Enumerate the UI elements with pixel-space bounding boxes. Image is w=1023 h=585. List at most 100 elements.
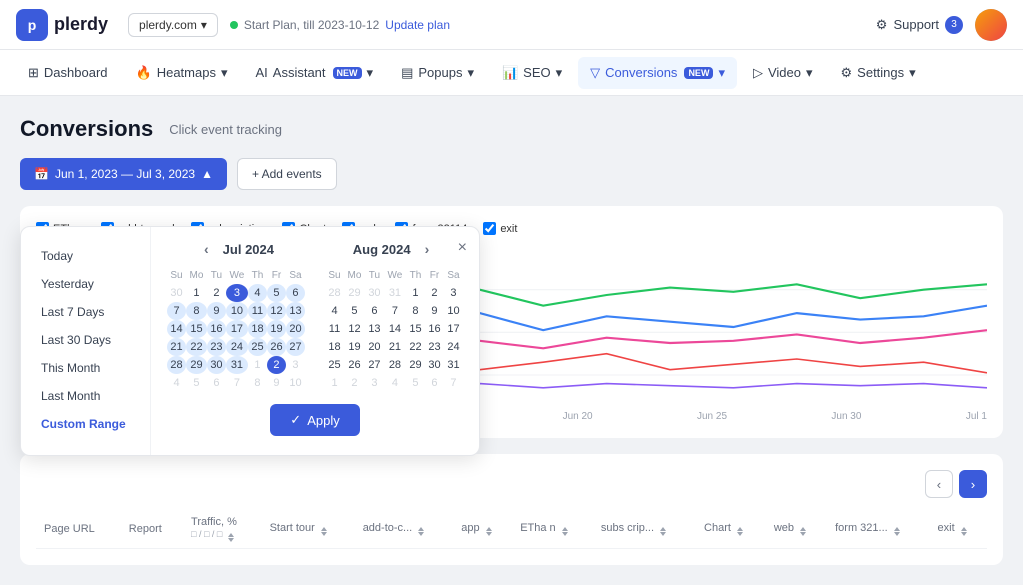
cal-day[interactable]: 13 <box>286 302 305 320</box>
cal-day[interactable]: 29 <box>186 356 207 374</box>
cal-day[interactable]: 28 <box>384 356 406 374</box>
cal-day[interactable]: 4 <box>384 374 406 392</box>
cal-day[interactable]: 9 <box>207 302 226 320</box>
cal-day[interactable]: 20 <box>365 338 384 356</box>
cal-day[interactable]: 29 <box>406 356 425 374</box>
quick-option-today[interactable]: Today <box>33 243 138 269</box>
cal-day[interactable]: 22 <box>406 338 425 356</box>
cal-day[interactable]: 24 <box>226 338 248 356</box>
cal-day[interactable]: 19 <box>344 338 365 356</box>
col-traffic[interactable]: Traffic, % □ / □ / □ <box>183 510 262 549</box>
cal-day[interactable]: 30 <box>207 356 226 374</box>
cal-day[interactable]: 21 <box>384 338 406 356</box>
support-button[interactable]: ⚙ Support 3 <box>876 16 963 34</box>
quick-option-custom[interactable]: Custom Range <box>33 411 138 437</box>
cal-day[interactable]: 3 <box>226 284 248 302</box>
cal-day[interactable]: 4 <box>167 374 186 392</box>
nav-popups[interactable]: ▤ Popups ▾ <box>389 57 486 89</box>
cal-day[interactable]: 31 <box>226 356 248 374</box>
cal-day[interactable]: 3 <box>444 284 463 302</box>
cal-day[interactable]: 26 <box>344 356 365 374</box>
col-chart[interactable]: Chart <box>696 510 766 549</box>
cal-day[interactable]: 5 <box>406 374 425 392</box>
nav-seo[interactable]: 📊 SEO ▾ <box>490 57 574 89</box>
cal-day[interactable]: 20 <box>286 320 305 338</box>
cal-day[interactable]: 14 <box>167 320 186 338</box>
cal-day[interactable]: 1 <box>248 356 267 374</box>
cal-day[interactable]: 31 <box>444 356 463 374</box>
cal-day[interactable]: 9 <box>267 374 286 392</box>
cal-day[interactable]: 7 <box>167 302 186 320</box>
cal-day[interactable]: 4 <box>248 284 267 302</box>
cal-day[interactable]: 12 <box>267 302 286 320</box>
cal-day[interactable]: 6 <box>365 302 384 320</box>
cal-day[interactable]: 27 <box>286 338 305 356</box>
cal-day[interactable]: 14 <box>384 320 406 338</box>
cal-day[interactable]: 27 <box>365 356 384 374</box>
cal-day[interactable]: 15 <box>406 320 425 338</box>
cal-day[interactable]: 2 <box>344 374 365 392</box>
cal-day[interactable]: 18 <box>248 320 267 338</box>
quick-option-yesterday[interactable]: Yesterday <box>33 271 138 297</box>
col-subs[interactable]: subs crip... <box>593 510 696 549</box>
cal-day[interactable]: 1 <box>325 374 344 392</box>
cal-day[interactable]: 10 <box>444 302 463 320</box>
quick-option-thismonth[interactable]: This Month <box>33 355 138 381</box>
cal-day[interactable]: 11 <box>248 302 267 320</box>
cal-day[interactable]: 26 <box>267 338 286 356</box>
cal-day[interactable]: 17 <box>444 320 463 338</box>
col-form321[interactable]: form 321... <box>827 510 929 549</box>
legend-exit-checkbox[interactable] <box>483 222 496 235</box>
cal-day[interactable]: 30 <box>167 284 186 302</box>
quick-option-lastmonth[interactable]: Last Month <box>33 383 138 409</box>
cal-day[interactable]: 2 <box>207 284 226 302</box>
col-app[interactable]: app <box>453 510 512 549</box>
cal-day[interactable]: 9 <box>425 302 444 320</box>
cal-day[interactable]: 6 <box>207 374 226 392</box>
cal-day[interactable]: 5 <box>267 284 286 302</box>
cal-day[interactable]: 2 <box>425 284 444 302</box>
add-events-button[interactable]: + Add events <box>237 158 337 190</box>
cal-day[interactable]: 30 <box>425 356 444 374</box>
prev-month-button[interactable]: ‹ <box>198 239 215 259</box>
cal-day[interactable]: 24 <box>444 338 463 356</box>
nav-heatmaps[interactable]: 🔥 Heatmaps ▾ <box>124 57 240 89</box>
cal-day[interactable]: 21 <box>167 338 186 356</box>
table-prev-button[interactable]: ‹ <box>925 470 953 498</box>
cal-day[interactable]: 10 <box>226 302 248 320</box>
cal-day[interactable]: 10 <box>286 374 305 392</box>
cal-day[interactable]: 15 <box>186 320 207 338</box>
col-add-to-c[interactable]: add-to-c... <box>355 510 454 549</box>
cal-day[interactable]: 17 <box>226 320 248 338</box>
cal-day[interactable]: 3 <box>365 374 384 392</box>
cal-day[interactable]: 1 <box>186 284 207 302</box>
cal-day[interactable]: 5 <box>344 302 365 320</box>
col-web[interactable]: web <box>766 510 827 549</box>
nav-dashboard[interactable]: ⊞ Dashboard <box>16 57 120 89</box>
cal-day[interactable]: 28 <box>167 356 186 374</box>
nav-settings[interactable]: ⚙ Settings ▾ <box>829 57 928 89</box>
cal-day[interactable]: 8 <box>248 374 267 392</box>
cal-day[interactable]: 2 <box>267 356 286 374</box>
nav-video[interactable]: ▷ Video ▾ <box>741 57 825 89</box>
cal-day[interactable]: 16 <box>207 320 226 338</box>
apply-button[interactable]: ✓ Apply <box>270 404 359 436</box>
cal-day[interactable]: 31 <box>384 284 406 302</box>
cal-day[interactable]: 7 <box>384 302 406 320</box>
cal-day[interactable]: 4 <box>325 302 344 320</box>
cal-day[interactable]: 23 <box>207 338 226 356</box>
table-next-button[interactable]: › <box>959 470 987 498</box>
nav-assistant[interactable]: AI Assistant NEW ▾ <box>243 57 385 89</box>
update-plan-link[interactable]: Update plan <box>385 18 450 32</box>
date-range-button[interactable]: 📅 Jun 1, 2023 — Jul 3, 2023 ▲ <box>20 158 227 190</box>
nav-conversions[interactable]: ▽ Conversions NEW ▾ <box>578 57 737 89</box>
col-exit[interactable]: exit <box>930 510 987 549</box>
cal-day[interactable]: 1 <box>406 284 425 302</box>
cal-day[interactable]: 30 <box>365 284 384 302</box>
cal-day[interactable]: 3 <box>286 356 305 374</box>
cal-day[interactable]: 25 <box>248 338 267 356</box>
cal-day[interactable]: 7 <box>444 374 463 392</box>
cal-day[interactable]: 29 <box>344 284 365 302</box>
cal-day[interactable]: 22 <box>186 338 207 356</box>
cal-day[interactable]: 28 <box>325 284 344 302</box>
